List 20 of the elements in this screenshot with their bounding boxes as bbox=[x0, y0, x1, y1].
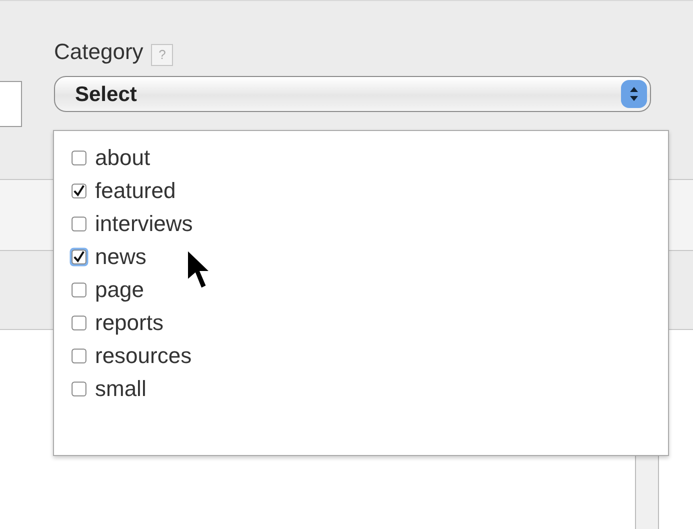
category-select[interactable]: Select bbox=[54, 76, 651, 112]
option-label[interactable]: about bbox=[95, 146, 150, 168]
option-label[interactable]: resources bbox=[95, 344, 192, 366]
stepper-icon bbox=[621, 80, 647, 108]
field-label: Category bbox=[54, 38, 144, 66]
option-label[interactable]: page bbox=[95, 278, 144, 300]
checkbox[interactable] bbox=[69, 378, 89, 398]
option-label[interactable]: news bbox=[95, 246, 146, 268]
option-label[interactable]: interviews bbox=[95, 212, 193, 234]
checkbox[interactable] bbox=[69, 280, 89, 300]
checkbox[interactable] bbox=[69, 346, 89, 366]
checkbox[interactable] bbox=[69, 180, 89, 200]
checkbox[interactable] bbox=[69, 214, 89, 234]
option-label[interactable]: reports bbox=[95, 312, 164, 334]
text-field[interactable] bbox=[0, 81, 22, 127]
checkbox[interactable] bbox=[69, 246, 89, 266]
checkbox[interactable] bbox=[69, 312, 89, 332]
option-label[interactable]: small bbox=[95, 378, 146, 400]
option-label[interactable]: featured bbox=[95, 180, 176, 202]
checkbox[interactable] bbox=[69, 148, 89, 168]
